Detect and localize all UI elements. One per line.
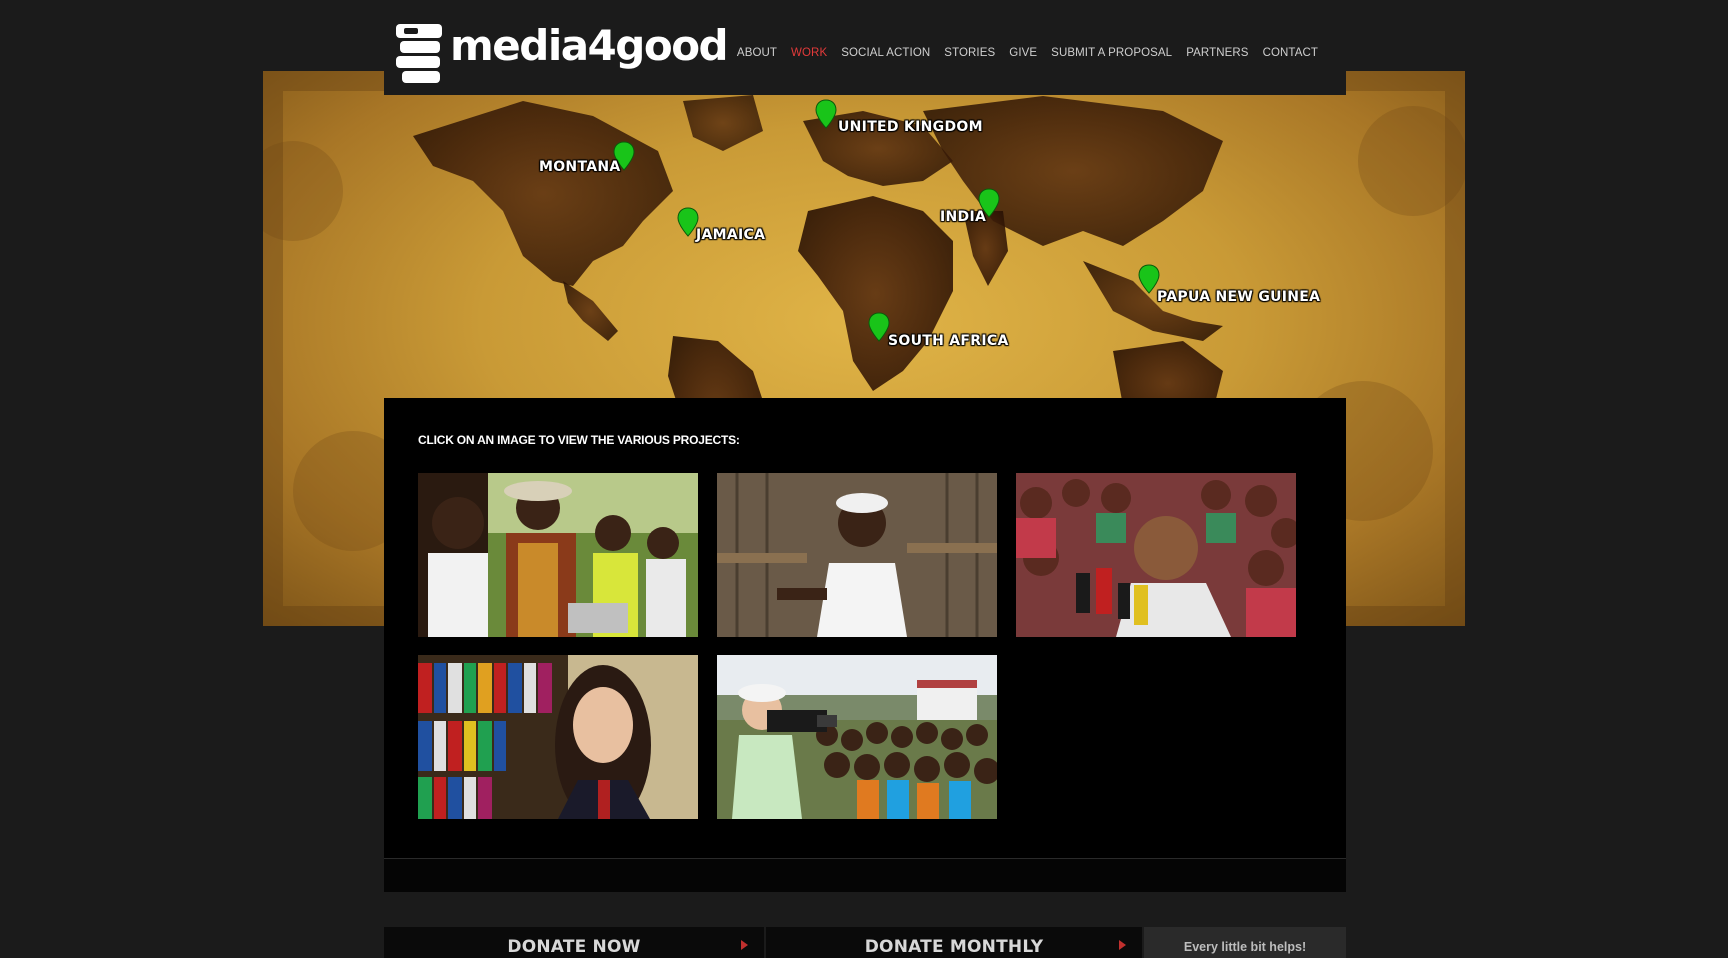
main-nav: ABOUT WORK SOCIAL ACTION STORIES GIVE SU… (737, 47, 1318, 59)
nav-contact[interactable]: CONTACT (1263, 47, 1318, 59)
donate-monthly-button[interactable]: DONATE MONTHLY (766, 927, 1142, 958)
project-thumbnail-1[interactable] (418, 473, 698, 637)
map-label-jamaica[interactable]: JAMAICA (696, 227, 765, 243)
project-thumbnail-2[interactable] (717, 473, 997, 637)
project-thumbnail-3[interactable] (1016, 473, 1296, 637)
map-label-south-africa[interactable]: SOUTH AFRICA (888, 333, 1009, 349)
tagline-text: Every little bit helps! (1183, 939, 1307, 954)
map-label-montana[interactable]: MONTANA (539, 159, 621, 175)
nav-stories[interactable]: STORIES (944, 47, 995, 59)
arrow-right-icon (741, 940, 748, 950)
nav-give[interactable]: GIVE (1009, 47, 1037, 59)
logo-icon (396, 22, 444, 84)
project-image (717, 473, 997, 637)
nav-work[interactable]: WORK (791, 47, 827, 59)
map-label-india[interactable]: INDIA (940, 209, 986, 225)
map-pin-icon[interactable] (868, 312, 890, 342)
project-thumbnail-5[interactable] (717, 655, 997, 819)
map-label-papua-new-guinea[interactable]: PAPUA NEW GUINEA (1157, 289, 1320, 305)
nav-submit-a-proposal[interactable]: SUBMIT A PROPOSAL (1051, 47, 1172, 59)
donate-monthly-label: DONATE MONTHLY (864, 936, 1044, 957)
donate-now-label: DONATE NOW (507, 936, 641, 957)
nav-partners[interactable]: PARTNERS (1186, 47, 1248, 59)
panel-footer-bar (384, 858, 1346, 892)
nav-about[interactable]: ABOUT (737, 47, 777, 59)
logo-text: media4good (450, 21, 729, 70)
project-thumbnail-4[interactable] (418, 655, 698, 819)
project-image (418, 473, 698, 637)
projects-panel: CLICK ON AN IMAGE TO VIEW THE VARIOUS PR… (384, 398, 1346, 858)
map-label-united-kingdom[interactable]: UNITED KINGDOM (838, 119, 983, 135)
site-header: media4good ABOUT WORK SOCIAL ACTION STOR… (384, 0, 1346, 95)
nav-social-action[interactable]: SOCIAL ACTION (841, 47, 930, 59)
projects-title: CLICK ON AN IMAGE TO VIEW THE VARIOUS PR… (418, 433, 740, 447)
donate-now-button[interactable]: DONATE NOW (384, 927, 764, 958)
project-image (717, 655, 997, 819)
logo[interactable]: media4good (396, 20, 729, 86)
project-image (418, 655, 698, 819)
map-pin-icon[interactable] (815, 99, 837, 129)
arrow-right-icon (1119, 940, 1126, 950)
donate-tagline: Every little bit helps! (1144, 927, 1346, 958)
project-image (1016, 473, 1296, 637)
